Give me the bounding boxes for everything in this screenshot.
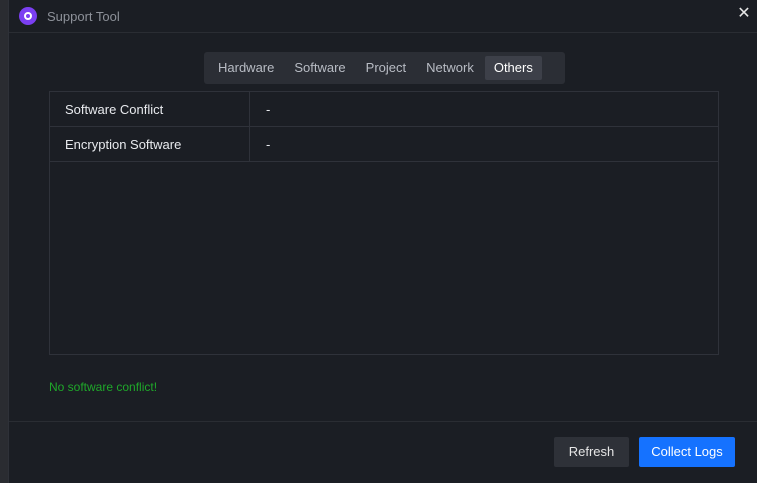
info-table: Software Conflict - Encryption Software … — [49, 91, 719, 355]
footer: Refresh Collect Logs — [9, 421, 757, 483]
refresh-button[interactable]: Refresh — [554, 437, 629, 467]
row-value: - — [266, 102, 271, 117]
support-tool-window: Support Tool ✕ Hardware Software Project… — [8, 0, 757, 483]
tab-software[interactable]: Software — [285, 56, 354, 80]
tab-hardware[interactable]: Hardware — [209, 56, 283, 80]
tab-project[interactable]: Project — [357, 56, 415, 80]
row-key: Software Conflict — [50, 92, 250, 126]
tab-bar: Hardware Software Project Network Others — [204, 52, 565, 84]
status-message: No software conflict! — [49, 380, 158, 394]
table-row: Software Conflict - — [50, 92, 718, 127]
table-row: Encryption Software - — [50, 127, 718, 162]
row-value: - — [266, 137, 271, 152]
tab-others[interactable]: Others — [484, 56, 542, 80]
app-logo-icon — [19, 7, 37, 25]
close-icon[interactable]: ✕ — [736, 6, 752, 22]
titlebar: Support Tool ✕ — [9, 0, 757, 33]
window-title: Support Tool — [47, 9, 120, 24]
collect-logs-button[interactable]: Collect Logs — [639, 437, 735, 467]
row-key: Encryption Software — [50, 127, 250, 161]
tab-network[interactable]: Network — [417, 56, 483, 80]
